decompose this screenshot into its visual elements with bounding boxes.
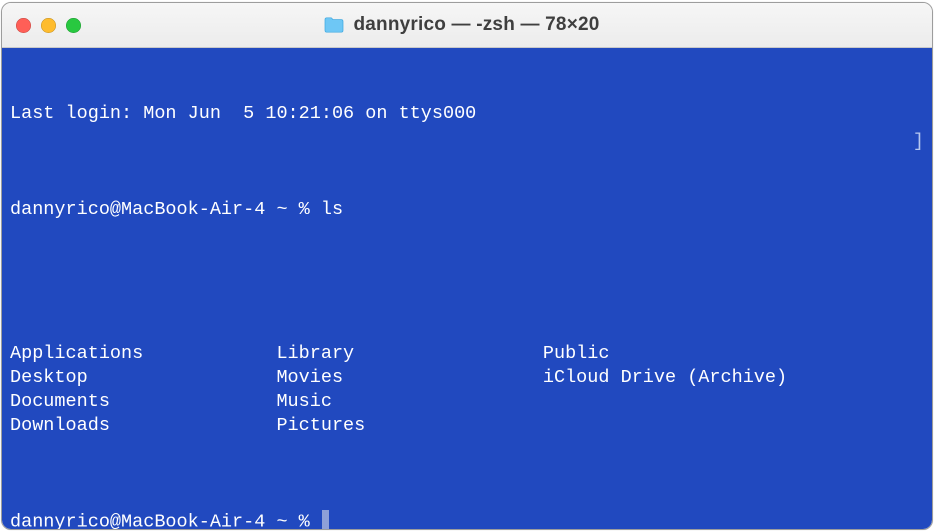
prompt-path: ~ [276, 199, 287, 220]
list-item: Pictures [276, 415, 365, 436]
terminal-window: dannyrico — -zsh — 78×20 Last login: Mon… [1, 2, 933, 530]
minimize-button[interactable] [41, 18, 56, 33]
list-item: Applications [10, 343, 143, 364]
list-item: Desktop [10, 367, 88, 388]
list-item: iCloud Drive (Archive) [543, 367, 787, 388]
prompt-user: dannyrico@MacBook-Air-4 [10, 199, 265, 220]
list-item: Movies [276, 367, 343, 388]
prompt-symbol: % [299, 512, 310, 530]
prompt-path: ~ [276, 512, 287, 530]
list-item: Library [276, 343, 354, 364]
titlebar[interactable]: dannyrico — -zsh — 78×20 [2, 3, 932, 48]
window-title: dannyrico — -zsh — 78×20 [81, 14, 842, 36]
folder-icon [323, 16, 345, 34]
list-item: Downloads [10, 415, 110, 436]
cursor [322, 510, 329, 529]
ls-col-2: Library Movies Music Pictures [276, 342, 542, 438]
zoom-button[interactable] [66, 18, 81, 33]
list-item: Public [543, 343, 610, 364]
list-item: Documents [10, 391, 110, 412]
last-login-line: Last login: Mon Jun 5 10:21:06 on ttys00… [10, 102, 924, 126]
traffic-lights [16, 18, 81, 33]
ls-col-1: Applications Desktop Documents Downloads [10, 342, 276, 438]
continuation-bracket: ] [913, 130, 924, 154]
prompt-line-2[interactable]: dannyrico@MacBook-Air-4 ~ % [10, 510, 924, 529]
prompt-user: dannyrico@MacBook-Air-4 [10, 512, 265, 530]
ls-col-3: Public iCloud Drive (Archive) [543, 342, 924, 438]
list-item: Music [276, 391, 332, 412]
close-button[interactable] [16, 18, 31, 33]
terminal-area[interactable]: Last login: Mon Jun 5 10:21:06 on ttys00… [2, 48, 932, 529]
prompt-command: ls [321, 199, 343, 220]
prompt-line-1: dannyrico@MacBook-Air-4 ~ % ls [10, 198, 924, 222]
window-title-text: dannyrico — -zsh — 78×20 [353, 14, 599, 36]
ls-output: Applications Desktop Documents Downloads… [10, 342, 924, 438]
prompt-symbol: % [299, 199, 310, 220]
